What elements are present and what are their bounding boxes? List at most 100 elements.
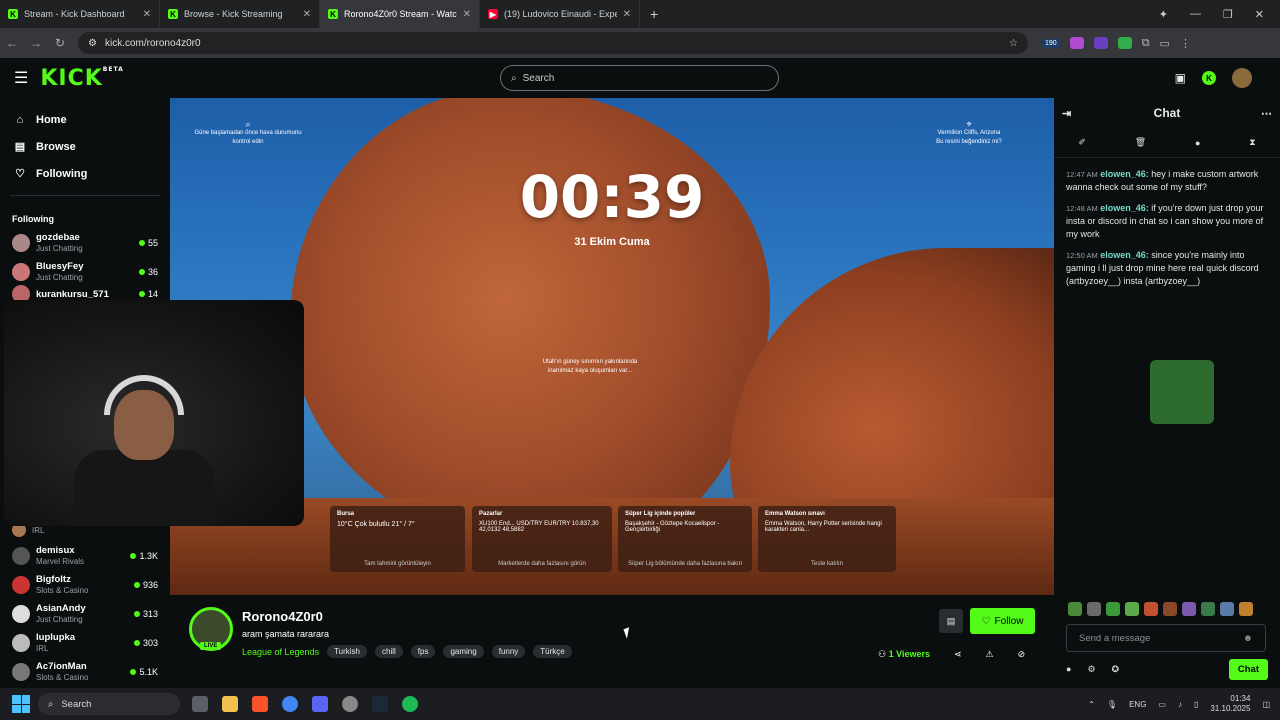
kick-logo[interactable]: KICKBETA [40,66,123,91]
reload-button[interactable]: ↻ [48,36,72,50]
minimize-button[interactable]: — [1190,8,1201,20]
spotify-icon[interactable] [402,696,418,712]
hourglass-icon[interactable]: ⧗ [1249,137,1255,148]
share-icon[interactable]: ⋖ [954,649,962,660]
notification-icon[interactable]: ◫ [1262,700,1270,709]
chat-input[interactable]: Send a message ☻ [1066,624,1266,652]
puzzle-icon[interactable]: ⧉ [1142,37,1150,50]
hamburger-menu-icon[interactable]: ☰ [14,68,28,88]
task-view-icon[interactable] [192,696,208,712]
back-button[interactable]: ← [0,36,24,50]
tag-pill[interactable]: Türkçe [533,645,572,658]
bookmark-star-icon[interactable]: ☆ [1009,38,1018,49]
discord-icon[interactable] [312,696,328,712]
streamer-name[interactable]: Rorono4Z0r0 [242,609,323,624]
hide-icon[interactable]: ⊘ [1018,649,1026,660]
channel-item[interactable]: Ac7ionMan Slots & Casino 5.1K [0,657,170,686]
trash-icon[interactable]: 🗑 [1135,137,1146,148]
site-info-icon[interactable]: ⚙ [88,38,97,49]
extension-icon[interactable] [1093,37,1108,49]
collapse-chat-icon[interactable]: ⇥ [1062,107,1071,120]
url-field[interactable]: ⚙ kick.com/rorono4z0r0 ☆ [78,32,1028,54]
message-username[interactable]: elowen_46: [1100,203,1149,213]
volume-icon[interactable]: ♪ [1178,700,1182,709]
emote-icon[interactable] [1163,602,1177,616]
sidebar-item-home[interactable]: ⌂ Home [0,106,170,133]
chrome-icon[interactable] [282,696,298,712]
emote-icon[interactable] [1220,602,1234,616]
clip-button[interactable]: ▤ [939,609,963,633]
channel-item[interactable]: Bigfoltz Slots & Casino 936 [0,570,170,599]
tag-pill[interactable]: gaming [443,645,484,658]
channel-item[interactable]: gozdebae Just Chatting 55 [0,228,170,257]
kick-coin-icon[interactable]: K [1202,71,1216,85]
emote-icon[interactable] [1182,602,1196,616]
badge-icon[interactable]: ✪ [1112,664,1120,675]
extension-icon[interactable] [1069,37,1084,49]
settings-icon[interactable]: ⚙ [1087,664,1095,675]
message-username[interactable]: elowen_46: [1100,250,1149,260]
report-icon[interactable]: ⚠ [986,649,994,660]
sidebar-item-following[interactable]: ♡ Following [0,160,170,187]
browser-tab-dashboard[interactable]: K Stream - Kick Dashboard ✕ [0,0,160,28]
emote-icon[interactable] [1144,602,1158,616]
avatar [12,262,30,281]
language-indicator[interactable]: ENG [1129,700,1146,709]
extension-icon[interactable] [1117,37,1132,49]
emote-icon[interactable] [1106,602,1120,616]
brave-icon[interactable] [252,696,268,712]
emote-icon[interactable] [1068,602,1082,616]
file-explorer-icon[interactable] [222,696,238,712]
browser-tab-stream[interactable]: K Rorono4Z0r0 Stream - Watc ✕ [320,0,480,28]
extension-badge[interactable]: 190 [1042,38,1060,48]
chat-rules-icon[interactable]: ● [1066,664,1071,674]
emoji-icon[interactable]: ☻ [1243,633,1253,644]
browser-tab-browse[interactable]: K Browse - Kick Streaming ✕ [160,0,320,28]
app-icon[interactable] [342,696,358,712]
follow-button[interactable]: ♡ Follow [970,608,1035,634]
message-username[interactable]: elowen_46: [1100,169,1149,179]
tag-pill[interactable]: Turkish [327,645,368,658]
inbox-icon[interactable]: ▣ [1175,71,1186,85]
category-link[interactable]: League of Legends [242,647,319,657]
emote-icon[interactable] [1087,602,1101,616]
send-chat-button[interactable]: Chat [1228,658,1268,680]
emote-icon[interactable] [1125,602,1139,616]
taskbar-search[interactable]: ⌕ Search [38,693,180,715]
tag-pill[interactable]: funny [491,645,526,658]
search-input[interactable]: ⌕ Search [500,65,779,91]
more-options-icon[interactable]: ⋯ [1261,107,1272,120]
sidebar-item-browse[interactable]: ▤ Browse [0,133,170,160]
tag-pill[interactable]: fps [410,645,436,658]
emote-icon[interactable] [1239,602,1253,616]
chat-bubble-icon[interactable]: ● [1195,138,1200,148]
steam-icon[interactable] [372,696,388,712]
close-icon[interactable]: ✕ [623,9,631,20]
close-icon[interactable]: ✕ [303,9,311,20]
battery-icon[interactable]: ▯ [1194,700,1198,709]
channel-item[interactable]: BluesyFey Just Chatting 36 [0,257,170,286]
chevron-up-icon[interactable]: ⌃ [1088,700,1095,709]
new-tab-button[interactable]: + [640,6,668,22]
split-view-icon[interactable]: ▭ [1160,37,1170,50]
pin-icon[interactable]: ✐ [1078,137,1086,148]
menu-icon[interactable]: ⋮ [1180,37,1191,50]
close-icon[interactable]: ✕ [463,9,471,20]
football-card: Süper Lig içinde popüler Başakşehir - Göz… [618,506,752,572]
windows-start-icon[interactable] [12,695,30,713]
close-window-button[interactable]: ✕ [1255,8,1264,21]
forward-button[interactable]: → [24,36,48,50]
emote-icon[interactable] [1201,602,1215,616]
browser-tab-youtube[interactable]: ▶ (19) Ludovico Einaudi - Experie ✕ [480,0,640,28]
close-icon[interactable]: ✕ [143,9,151,20]
copilot-icon[interactable]: ✦ [1159,8,1168,21]
taskbar-clock[interactable]: 01:34 31.10.2025 [1210,694,1250,714]
channel-item[interactable]: AsianAndy Just Chatting 313 [0,599,170,628]
mic-icon[interactable]: 🎙 [1107,700,1117,709]
channel-item[interactable]: luplupka IRL 303 [0,628,170,657]
maximize-button[interactable]: ❐ [1223,8,1233,21]
channel-item[interactable]: demisux Marvel Rivals 1.3K [0,541,170,570]
tag-pill[interactable]: chill [375,645,403,658]
user-avatar[interactable] [1232,68,1252,88]
network-icon[interactable]: ▭ [1158,700,1166,709]
